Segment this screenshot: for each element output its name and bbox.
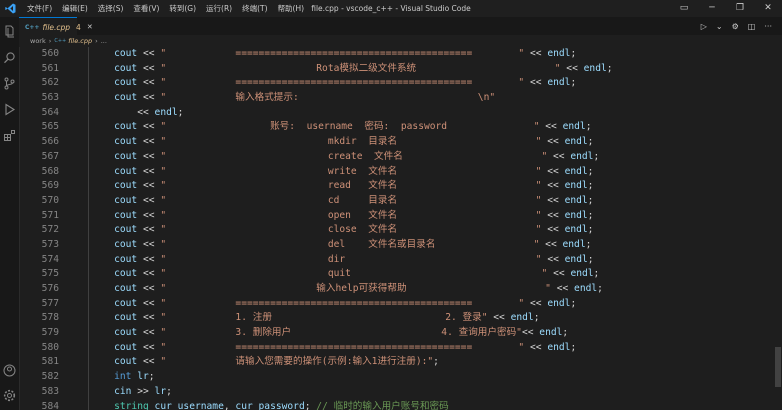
breadcrumb: work › C++ file.cpp › ... <box>19 35 782 47</box>
chevron-right-icon: › <box>95 37 98 45</box>
code-line[interactable]: cout << " write 文件名 " << endl; <box>91 165 781 180</box>
code-area[interactable]: cout << " ==============================… <box>91 47 781 410</box>
vertical-scrollbar[interactable] <box>774 47 782 410</box>
layout-icon[interactable]: ▭ <box>670 0 698 17</box>
line-number: 581 <box>41 356 59 368</box>
line-number: 570 <box>41 194 59 206</box>
menu-view[interactable]: 查看(V) <box>133 3 159 14</box>
code-line[interactable]: cout << " close 文件名 " << endl; <box>91 223 781 238</box>
title-bar: 文件(F) 编辑(E) 选择(S) 查看(V) 转到(G) 运行(R) 终端(T… <box>0 0 782 17</box>
extensions-icon[interactable] <box>3 129 16 142</box>
line-number: 576 <box>41 283 59 294</box>
tab-problem-count: 4 <box>76 22 81 32</box>
line-number: 564 <box>41 106 59 118</box>
line-number: 567 <box>41 150 59 162</box>
breadcrumb-more[interactable]: ... <box>101 37 107 45</box>
menu-selection[interactable]: 选择(S) <box>98 3 124 14</box>
code-line[interactable]: string cur_username, cur_password; // 临时… <box>91 400 781 410</box>
line-number: 566 <box>41 136 59 148</box>
code-line[interactable]: cout << " cd 目录名 " << endl; <box>91 194 781 209</box>
chevron-right-icon: › <box>48 37 52 45</box>
line-number: 575 <box>41 268 59 280</box>
line-number: 568 <box>41 165 59 177</box>
menu-file[interactable]: 文件(F) <box>27 3 52 14</box>
code-line[interactable]: cout << " 输入help可获得帮助 " << endl; <box>91 282 781 297</box>
editor-tab-bar: C++ file.cpp 4 ✕ ▷ ⌄ ⚙ ◫ ··· <box>19 17 782 36</box>
code-line[interactable]: cout << " quit " << endl; <box>91 267 781 282</box>
settings-gear-icon[interactable] <box>3 389 16 402</box>
close-window-icon[interactable]: ✕ <box>754 0 782 17</box>
window-controls: ▭ ─ ❐ ✕ <box>670 0 782 17</box>
code-line[interactable]: cout << " open 文件名 " << endl; <box>91 209 781 224</box>
code-line[interactable]: cout << " 请输入您需要的操作(示例:输入1进行注册):"; <box>91 355 781 370</box>
line-number: 565 <box>41 121 59 133</box>
search-icon[interactable] <box>3 51 16 64</box>
line-number: 577 <box>41 297 59 309</box>
line-number: 579 <box>41 327 59 339</box>
menu-terminal[interactable]: 终端(T) <box>242 3 267 14</box>
code-line[interactable]: cout << " ==============================… <box>91 47 781 62</box>
code-line[interactable]: cout << " 账号: username 密码: password " <<… <box>91 120 781 135</box>
files-icon[interactable] <box>3 25 16 38</box>
code-line[interactable]: cin >> lr; <box>91 385 781 400</box>
line-number-gutter: 560 561 562 563 564 565 566 567 568 569 570 571 572 5… <box>19 47 59 410</box>
cpp-file-icon: C++ <box>25 23 40 31</box>
menu-go[interactable]: 转到(G) <box>169 3 196 14</box>
code-line[interactable]: int lr; <box>91 370 781 385</box>
menu-run[interactable]: 运行(R) <box>206 3 232 14</box>
code-line[interactable]: cout << " Rota模拟二级文件系统 " << endl; <box>91 62 781 77</box>
tab-close-icon[interactable]: ✕ <box>87 23 93 31</box>
run-file-icon[interactable]: ▷ <box>701 22 707 31</box>
code-line[interactable]: cout << " dir " << endl; <box>91 253 781 268</box>
code-line[interactable]: << endl; <box>91 106 781 121</box>
account-icon[interactable] <box>3 364 16 377</box>
line-number: 582 <box>41 371 59 383</box>
editor-actions: ▷ ⌄ ⚙ ◫ ··· <box>701 17 782 35</box>
code-line[interactable]: cout << " ==============================… <box>91 341 781 356</box>
line-number: 584 <box>41 400 59 410</box>
line-number: 562 <box>41 77 59 89</box>
line-number: 569 <box>41 180 59 192</box>
run-debug-icon[interactable] <box>3 103 16 116</box>
code-line[interactable]: cout << " mkdir 目录名 " << endl; <box>91 135 781 150</box>
breadcrumb-file[interactable]: file.cpp <box>68 37 92 45</box>
line-number: 572 <box>41 224 59 236</box>
vscode-logo-icon <box>3 2 17 16</box>
menu-help[interactable]: 帮助(H) <box>278 3 305 14</box>
code-line[interactable]: cout << " del 文件名或目录名 " << endl; <box>91 238 781 253</box>
code-line[interactable]: cout << " 3. 删除用户 4. 查询用户密码"<< endl; <box>91 326 781 341</box>
code-line[interactable]: cout << " ==============================… <box>91 76 781 91</box>
breadcrumb-folder[interactable]: work <box>30 37 46 45</box>
line-number: 583 <box>41 385 59 397</box>
line-number: 561 <box>41 62 59 74</box>
settings-icon[interactable]: ⚙ <box>732 22 739 31</box>
code-line[interactable]: cout << " 1. 注册 2. 登录" << endl; <box>91 311 781 326</box>
split-editor-icon[interactable]: ◫ <box>748 22 756 31</box>
more-actions-icon[interactable]: ··· <box>764 22 772 31</box>
chevron-down-icon[interactable]: ⌄ <box>716 22 723 31</box>
source-control-icon[interactable] <box>3 77 16 90</box>
indent-guide <box>88 47 89 410</box>
line-number: 571 <box>41 209 59 221</box>
menu-bar: 文件(F) 编辑(E) 选择(S) 查看(V) 转到(G) 运行(R) 终端(T… <box>27 3 304 14</box>
line-number: 574 <box>41 253 59 265</box>
maximize-icon[interactable]: ❐ <box>726 0 754 17</box>
activity-bar <box>0 17 20 410</box>
scrollbar-thumb[interactable] <box>775 347 781 387</box>
menu-edit[interactable]: 编辑(E) <box>62 3 88 14</box>
line-number: 578 <box>41 312 59 324</box>
cpp-file-icon: C++ <box>54 38 67 44</box>
code-line[interactable]: cout << " create 文件名 " << endl; <box>91 150 781 165</box>
tab-file-cpp[interactable]: C++ file.cpp 4 ✕ <box>19 17 93 36</box>
line-number: 560 <box>41 48 59 59</box>
tab-filename: file.cpp <box>42 22 71 32</box>
code-editor[interactable]: 560 561 562 563 564 565 566 567 568 569 570 571 572 5… <box>19 47 782 410</box>
code-line[interactable]: cout << " 输入格式提示: \n" <box>91 91 781 106</box>
code-line[interactable]: cout << " ==============================… <box>91 297 781 312</box>
line-number: 563 <box>41 92 59 104</box>
code-line[interactable]: cout << " read 文件名 " << endl; <box>91 179 781 194</box>
line-number: 573 <box>41 238 59 250</box>
line-number: 580 <box>41 341 59 353</box>
minimize-icon[interactable]: ─ <box>698 0 726 17</box>
